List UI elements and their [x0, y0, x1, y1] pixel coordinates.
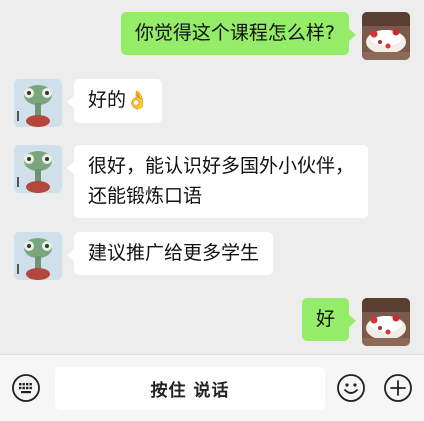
message-text-line: 很好，能认识好多国外小伙伴， — [88, 155, 355, 177]
ok-hand-emoji: 👌 — [126, 90, 149, 111]
emoji-icon[interactable] — [336, 373, 366, 403]
chameleon-avatar[interactable] — [14, 79, 62, 127]
message-text: 好的 — [88, 89, 127, 111]
chameleon-avatar[interactable] — [14, 145, 62, 193]
hold-to-talk-button[interactable]: 按住 说话 — [55, 367, 325, 410]
keyboard-icon[interactable] — [11, 373, 41, 403]
input-bar: 按住 说话 — [0, 354, 424, 421]
message-text: 你觉得这个课程怎么样? — [134, 22, 335, 44]
dessert-avatar[interactable] — [362, 12, 410, 60]
message-bubble-outgoing[interactable]: 好 — [301, 298, 357, 341]
message-text: 建议推广给更多学生 — [88, 242, 260, 264]
chameleon-avatar[interactable] — [14, 232, 62, 280]
chat-area: 你觉得这个课程怎么样? 好的👌 很好，能认识好多国外小伙伴， 还能锻炼口语 建议… — [0, 0, 424, 354]
message-text: 好 — [315, 308, 335, 330]
message-bubble-incoming[interactable]: 好的👌 — [66, 79, 163, 123]
message-bubble-incoming[interactable]: 很好，能认识好多国外小伙伴， 还能锻炼口语 — [66, 145, 369, 218]
message-bubble-incoming[interactable]: 建议推广给更多学生 — [66, 232, 274, 275]
message-text-line: 还能锻炼口语 — [88, 185, 203, 207]
message-bubble-outgoing[interactable]: 你觉得这个课程怎么样? — [120, 12, 357, 55]
plus-icon[interactable] — [383, 373, 413, 403]
dessert-avatar[interactable] — [362, 298, 410, 346]
